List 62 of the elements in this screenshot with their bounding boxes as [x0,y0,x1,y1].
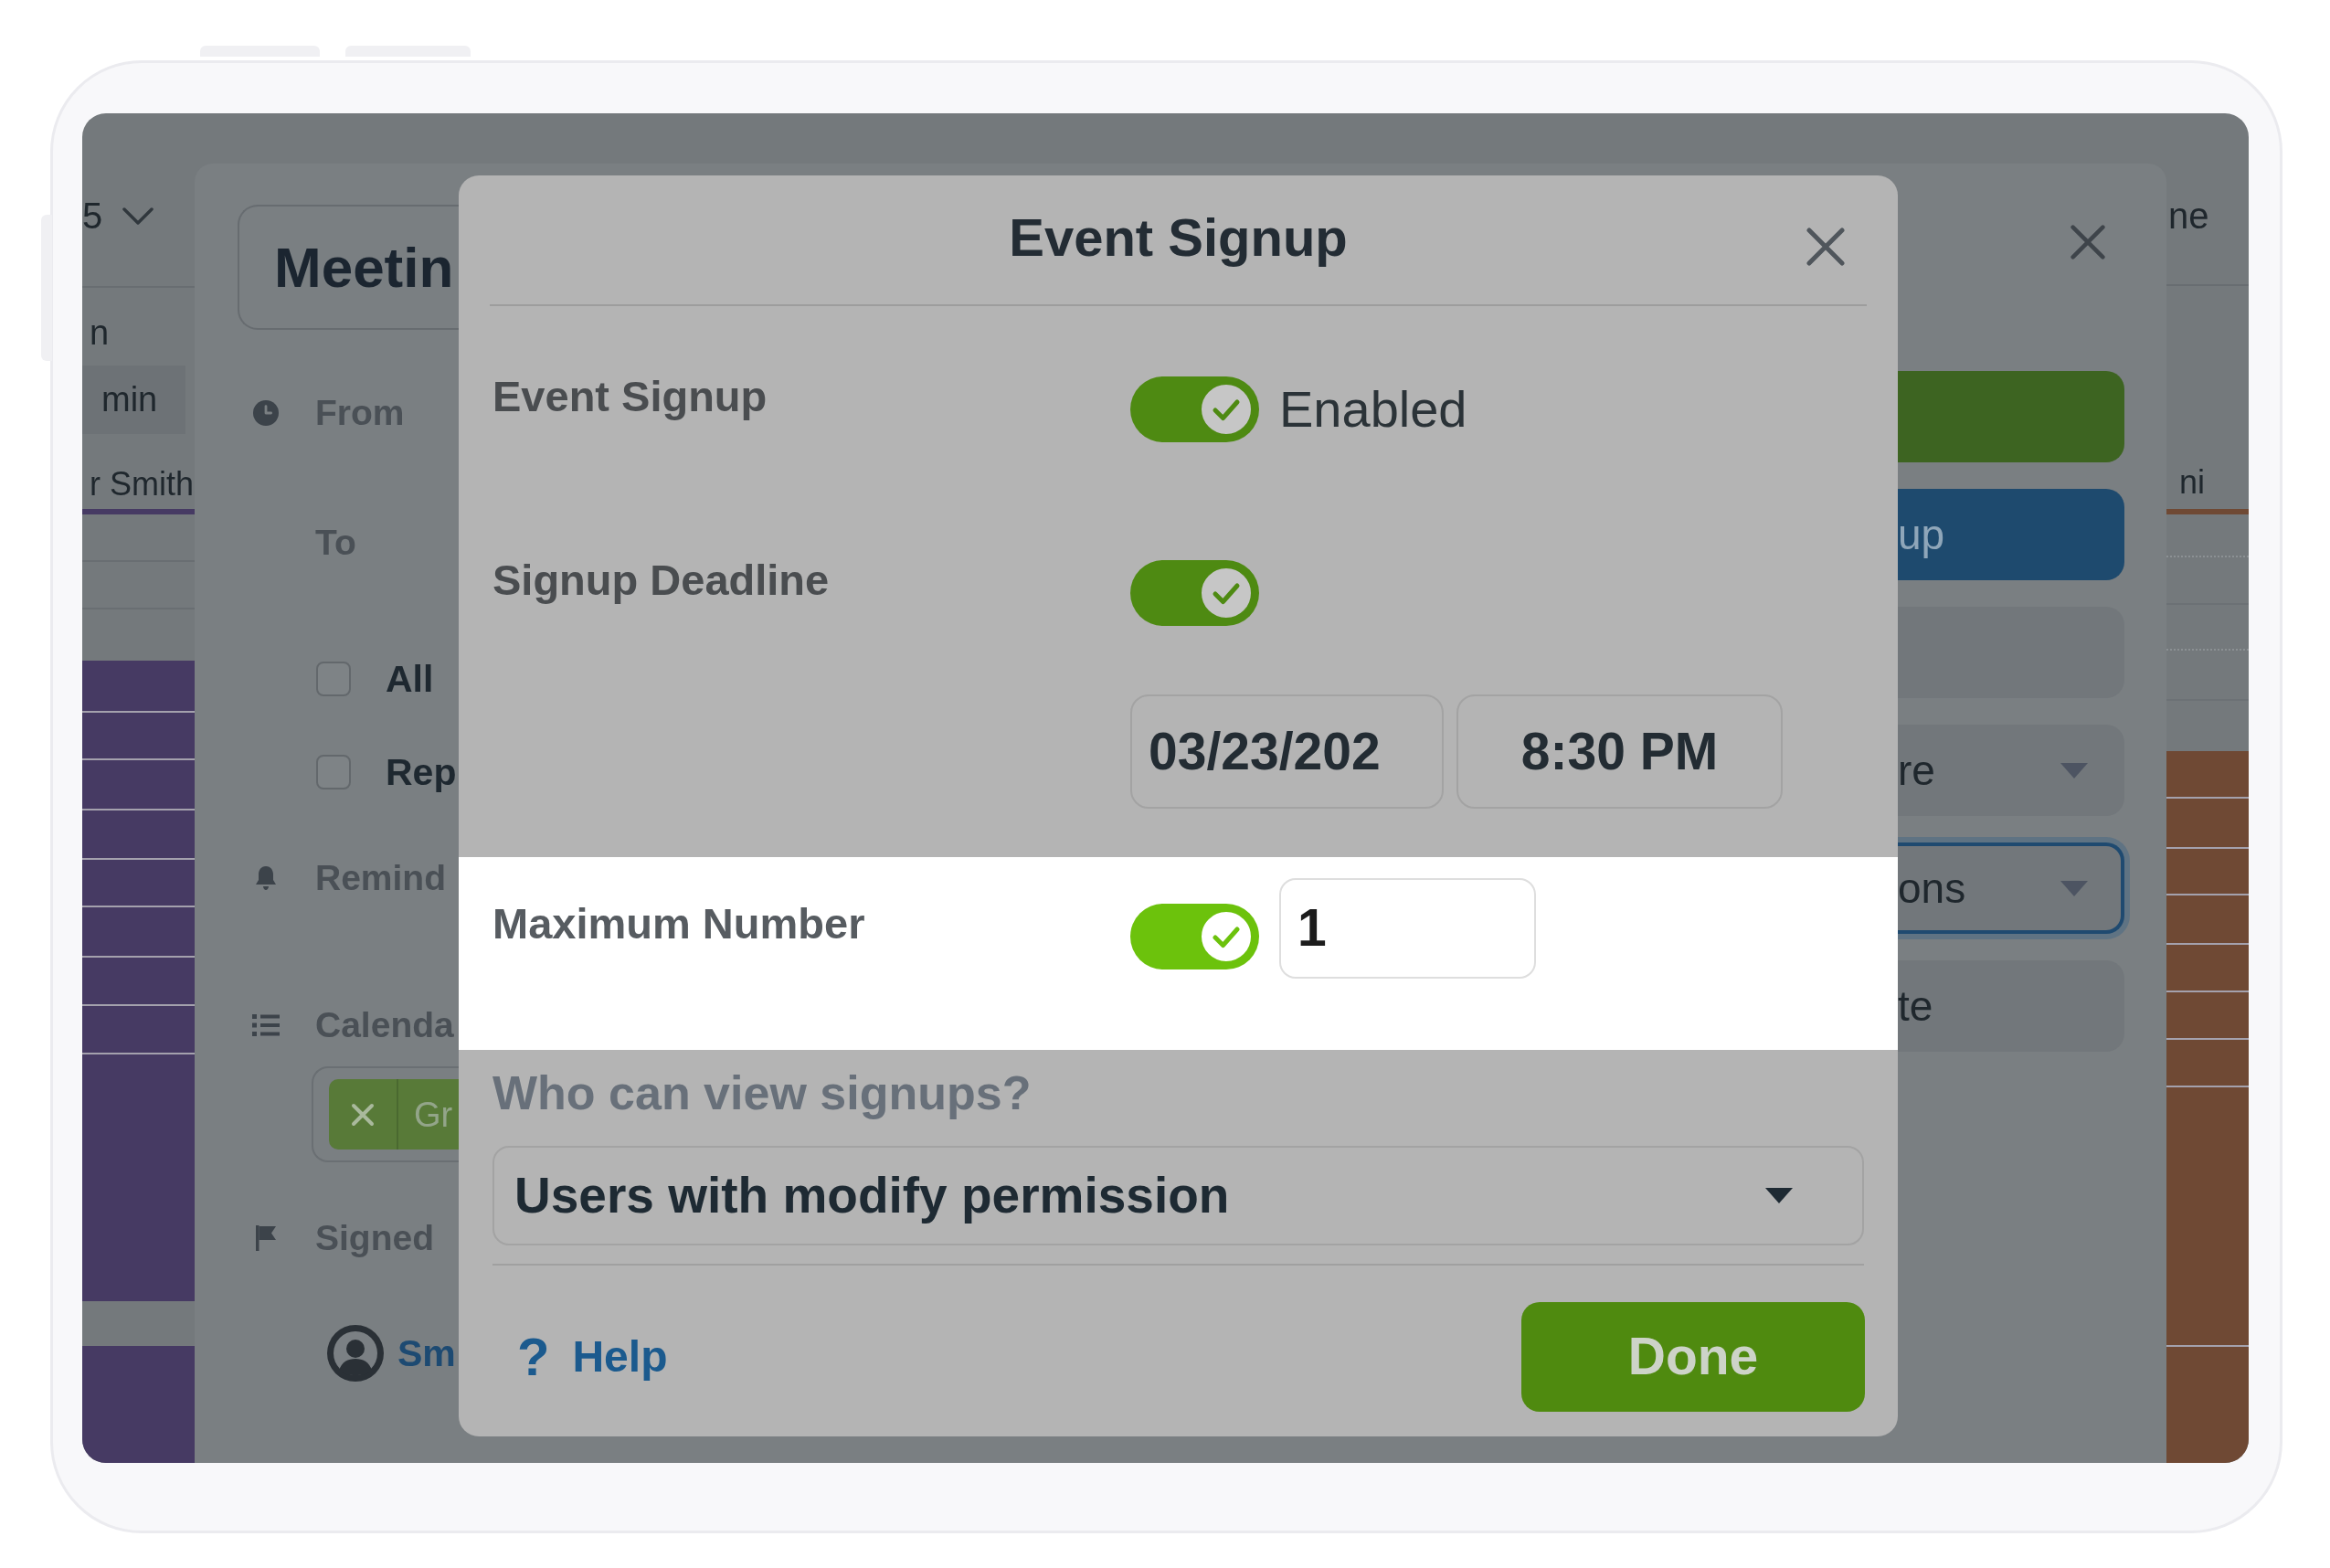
date-field[interactable]: 03/23/202 [1130,694,1444,809]
calendar-event-block[interactable] [82,1004,195,1053]
calendar-event-block[interactable] [2166,894,2249,943]
checkbox[interactable] [316,755,351,789]
calendar-event-block[interactable] [82,906,195,956]
caret-down-icon [1765,1188,1793,1203]
checkbox-label: All [386,657,434,702]
calendar-event-block[interactable] [82,858,195,906]
caret-down-icon [2060,880,2088,896]
x-icon[interactable] [351,1102,375,1127]
setting-label: Signup Deadline [492,556,830,604]
setting-label: Event Signup [492,372,768,420]
close-button[interactable] [2070,224,2106,260]
modal-title: Event Signup [1009,206,1348,269]
calendar-event-block[interactable] [2166,797,2249,847]
calendar-event-block[interactable] [82,956,195,1004]
person-name: r Smith [89,464,194,504]
bell-icon [256,866,276,890]
dropdown[interactable]: re [1898,725,2124,816]
calendar-event-block[interactable] [82,711,195,758]
calendar-heading: ne [2168,195,2209,238]
list-icon [252,1014,280,1036]
calendar-label: n [89,313,110,354]
close-button[interactable] [1806,226,1846,267]
action-button[interactable]: te [1898,960,2124,1052]
chevron-down-icon [122,207,154,225]
tag-label: Gr [414,1094,453,1136]
number-field[interactable]: 1 [1279,878,1536,979]
setting-label: Maximum Number [492,899,865,948]
duration-field[interactable]: min [82,366,185,434]
avatar-icon [327,1325,384,1382]
person-name: ni [2178,462,2206,503]
calendar-tag[interactable]: Gr [329,1079,459,1150]
checkbox-label: Rep [386,750,457,795]
time-field[interactable]: 8:30 PM [1456,694,1783,809]
calendar-event-block[interactable] [2166,847,2249,894]
calendar-event-block[interactable] [82,809,195,858]
status-text: Enabled [1279,379,1467,440]
caret-down-icon [2060,762,2088,779]
done-button[interactable]: Done [1521,1302,1865,1412]
clock-icon [253,400,279,426]
calendar-event-block[interactable] [2166,1345,2249,1463]
calendar-event-block[interactable] [82,758,195,809]
dropdown[interactable]: ons [1898,837,2130,939]
close-icon [1806,226,1846,267]
action-button[interactable]: up [1898,489,2124,580]
question-mark-icon: ? [517,1330,550,1384]
person-link[interactable]: Sm [397,1326,456,1381]
calendar-event-block[interactable] [2166,1038,2249,1086]
calendar-event-block[interactable] [2166,991,2249,1038]
flag-icon [256,1225,276,1251]
checkbox[interactable] [316,662,351,696]
help-link[interactable]: ? Help [517,1330,668,1384]
close-icon [2070,224,2106,260]
check-icon [1199,382,1254,437]
visibility-label: Who can view signups? [492,1065,1032,1120]
check-icon [1199,566,1254,620]
calendar-heading: 5 [82,195,103,238]
calendar-field[interactable]: Gr [312,1066,459,1162]
permission-select[interactable]: Users with modify permission [492,1146,1864,1245]
check-icon [1199,909,1254,964]
calendar-event-block[interactable] [2166,943,2249,991]
